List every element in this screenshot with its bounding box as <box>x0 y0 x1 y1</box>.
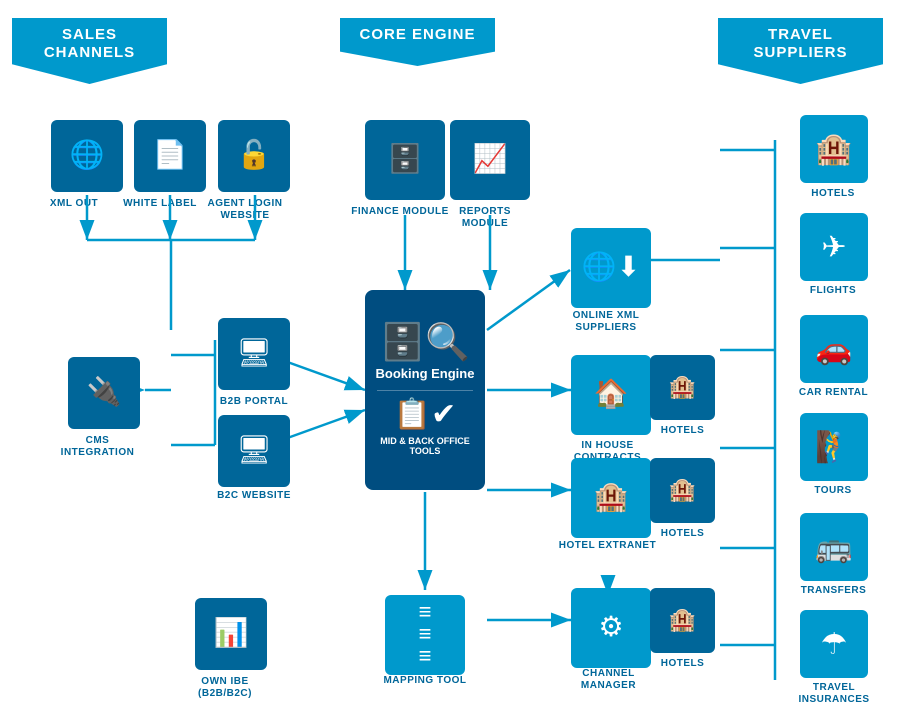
extranet-hotels-label: HOTELS <box>645 528 720 540</box>
channel-manager-label: CHANNEL MANAGER <box>556 668 661 692</box>
booking-engine-title: Booking Engine <box>376 366 475 382</box>
hotel-extranet-icon: 🏨 <box>594 483 629 511</box>
flights-label: FLIGHTS <box>793 285 873 297</box>
core-engine-banner: CORE ENGINE <box>340 18 495 66</box>
sales-channels-banner: SALES CHANNELS <box>12 18 167 84</box>
channel-hotels-icon: 🏨 <box>669 609 696 631</box>
hotel-extranet-label: HOTEL EXTRANET <box>555 540 660 552</box>
booking-engine-check-icon: 📋✔ <box>394 397 457 432</box>
b2c-website-box[interactable]: 🖥 <box>218 415 290 487</box>
xml-out-box[interactable]: 🌐 <box>51 120 123 192</box>
travel-insurances-icon: ☂ <box>821 627 848 662</box>
transfers-icon: 🚌 <box>815 530 852 565</box>
car-rental-supplier-box[interactable]: 🚗 <box>800 315 868 383</box>
channel-hotels-label: HOTELS <box>645 658 720 670</box>
reports-module-label: REPORTS MODULE <box>435 206 535 230</box>
b2b-portal-box[interactable]: 🖥 <box>218 318 290 390</box>
white-label-label: WHITE LABEL <box>120 198 200 210</box>
in-house-icon: 🏠 <box>594 380 629 408</box>
mapping-tool-box[interactable]: ≡≡≡ <box>385 595 465 675</box>
car-rental-label: CAR RENTAL <box>786 387 881 399</box>
booking-engine-sub: MID & BACK OFFICE TOOLS <box>365 436 485 456</box>
booking-engine-db-icon: 🗄️🔍 <box>380 324 470 360</box>
flights-supplier-box[interactable]: ✈ <box>800 213 868 281</box>
cms-icon: 🔌 <box>87 378 122 406</box>
extranet-hotels-box: 🏨 <box>650 458 715 523</box>
travel-insurances-supplier-box[interactable]: ☂ <box>800 610 868 678</box>
xml-out-label: XML OUT <box>38 198 110 210</box>
online-xml-label: ONLINE XML SUPPLIERS <box>556 310 656 334</box>
hotels-label: HOTELS <box>793 188 873 200</box>
tours-supplier-box[interactable]: 🧗 <box>800 413 868 481</box>
agent-login-icon: 🔓 <box>237 141 272 169</box>
mapping-icon: ≡≡≡ <box>419 601 432 667</box>
hotels-supplier-box[interactable]: 🏨 <box>800 115 868 183</box>
finance-module-box[interactable]: 🗄️ <box>365 120 445 200</box>
in-house-hotels-label: HOTELS <box>645 425 720 437</box>
in-house-hotels-icon: 🏨 <box>669 376 696 398</box>
channel-hotels-box: 🏨 <box>650 588 715 653</box>
transfers-supplier-box[interactable]: 🚌 <box>800 513 868 581</box>
b2c-website-label: B2C WEBSITE <box>214 490 294 502</box>
travel-suppliers-banner: TRAVEL SUPPLIERS <box>718 18 883 84</box>
hotels-icon: 🏨 <box>815 132 852 167</box>
extranet-hotels-icon: 🏨 <box>669 479 696 501</box>
finance-icon: 🗄️ <box>388 145 423 173</box>
white-label-icon: 📄 <box>153 141 188 169</box>
car-rental-icon: 🚗 <box>815 332 852 367</box>
cms-integration-label: CMS INTEGRATION <box>50 435 145 459</box>
in-house-box[interactable]: 🏠 <box>571 355 651 435</box>
transfers-label: TRANSFERS <box>786 585 881 597</box>
cms-integration-box[interactable]: 🔌 <box>68 357 140 429</box>
reports-module-box[interactable]: 📈 <box>450 120 530 200</box>
mapping-tool-label: MAPPING TOOL <box>370 675 480 687</box>
channel-manager-icon: ⚙ <box>598 613 623 641</box>
booking-engine-divider <box>377 390 473 391</box>
tours-label: TOURS <box>793 485 873 497</box>
in-house-hotels-box: 🏨 <box>650 355 715 420</box>
reports-icon: 📈 <box>473 145 508 173</box>
tours-icon: 🧗 <box>815 430 852 465</box>
own-ibe-icon: 📊 <box>214 619 249 647</box>
xml-globe-icon: 🌐⬇ <box>582 253 640 281</box>
own-ibe-label: OWN IBE (B2B/B2C) <box>175 676 275 700</box>
channel-manager-box[interactable]: ⚙ <box>571 588 651 668</box>
travel-insurances-label: TRAVEL INSURANCES <box>784 682 884 706</box>
agent-login-box[interactable]: 🔓 <box>218 120 290 192</box>
agent-login-label: AGENT LOGIN WEBSITE <box>204 198 286 222</box>
hotel-extranet-box[interactable]: 🏨 <box>571 458 651 538</box>
b2b-portal-label: B2B PORTAL <box>214 396 294 408</box>
xml-out-icon: 🌐 <box>70 141 105 169</box>
white-label-box[interactable]: 📄 <box>134 120 206 192</box>
booking-engine-box[interactable]: 🗄️🔍 Booking Engine 📋✔ MID & BACK OFFICE … <box>365 290 485 490</box>
online-xml-box[interactable]: 🌐⬇ <box>571 228 651 308</box>
own-ibe-box[interactable]: 📊 <box>195 598 267 670</box>
flights-icon: ✈ <box>821 230 846 265</box>
b2b-portal-icon: 🖥 <box>236 339 272 367</box>
diagram: SALES CHANNELS CORE ENGINE TRAVEL SUPPLI… <box>0 0 900 727</box>
b2c-website-icon: 🖥 <box>236 436 272 464</box>
